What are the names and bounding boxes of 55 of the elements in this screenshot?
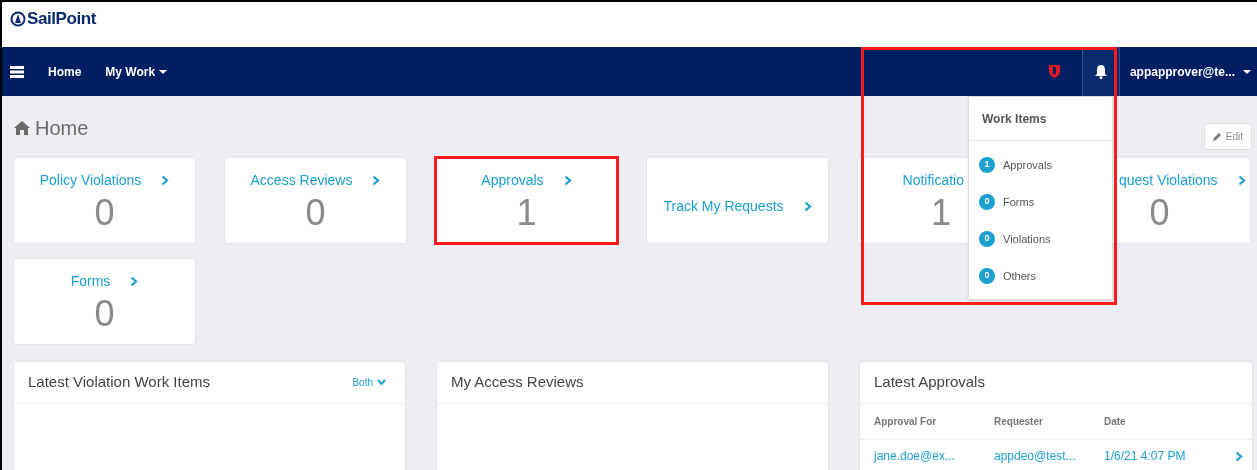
chevron-right-icon bbox=[130, 276, 139, 287]
summary-card[interactable]: Track My Requests bbox=[646, 157, 829, 244]
card-title[interactable]: Access Reviews bbox=[250, 170, 353, 191]
work-item-link[interactable]: 0 Others bbox=[969, 266, 1112, 286]
table-cell[interactable]: appdeo@test... bbox=[994, 447, 1104, 465]
user-menu[interactable]: appapprover@te... bbox=[1129, 62, 1251, 81]
card-count: 1 bbox=[930, 191, 951, 235]
chevron-down-icon bbox=[377, 379, 386, 386]
chevron-right-icon bbox=[563, 175, 572, 186]
summary-card[interactable]: Approvals 1 bbox=[435, 157, 618, 244]
card-title[interactable]: Policy Violations bbox=[39, 170, 142, 191]
card-title[interactable]: Track My Requests bbox=[663, 196, 784, 217]
logo[interactable]: SailPoint bbox=[10, 6, 96, 32]
card-title[interactable]: quest Violations bbox=[1119, 170, 1218, 191]
menu-icon[interactable] bbox=[10, 65, 24, 78]
chevron-right-icon bbox=[1235, 450, 1243, 462]
column-header: Date bbox=[1104, 415, 1127, 429]
nav-link[interactable]: Home bbox=[48, 62, 82, 81]
table-cell[interactable]: jane.doe@ex... bbox=[874, 447, 994, 465]
edit-button[interactable]: Edit bbox=[1203, 122, 1252, 150]
chevron-right-icon bbox=[372, 175, 381, 186]
card-title[interactable]: Notificatio bbox=[902, 170, 964, 191]
count-badge: 1 bbox=[979, 157, 995, 173]
page-title: Home bbox=[35, 116, 89, 141]
panel-title: Latest Violation Work Items bbox=[28, 372, 211, 393]
card-count: 0 bbox=[1149, 191, 1170, 235]
sail-icon bbox=[10, 10, 26, 27]
summary-card[interactable]: Policy Violations 0 bbox=[13, 157, 196, 244]
card-title[interactable]: Forms bbox=[70, 271, 111, 292]
count-badge: 0 bbox=[979, 268, 995, 284]
card-count: 0 bbox=[94, 191, 115, 235]
card-count: 1 bbox=[516, 191, 537, 235]
caret-icon bbox=[1243, 69, 1251, 74]
pencil-icon bbox=[1212, 131, 1222, 141]
summary-card[interactable]: Access Reviews 0 bbox=[224, 157, 407, 244]
count-badge: 0 bbox=[979, 194, 995, 210]
dropdown-title: Work Items bbox=[982, 110, 1047, 128]
shield-icon[interactable] bbox=[1048, 65, 1060, 78]
count-badge: 0 bbox=[979, 231, 995, 247]
chevron-right-icon bbox=[1237, 175, 1246, 186]
panel-title: My Access Reviews bbox=[451, 372, 584, 393]
chevron-right-icon bbox=[803, 201, 812, 212]
card-title[interactable]: Approvals bbox=[481, 170, 544, 191]
column-header: Requester bbox=[994, 415, 1044, 429]
summary-card[interactable]: Forms 0 bbox=[13, 258, 196, 345]
bell-icon bbox=[1093, 64, 1108, 79]
panel-title: Latest Approvals bbox=[874, 372, 985, 393]
home-icon bbox=[13, 120, 31, 136]
card-count: 0 bbox=[305, 191, 326, 235]
chevron-right-icon bbox=[161, 175, 170, 186]
column-header: Approval For bbox=[874, 415, 938, 429]
nav-link[interactable]: My Work bbox=[105, 62, 168, 81]
table-cell[interactable]: 1/6/21 4:07 PM bbox=[1104, 447, 1238, 465]
filter-dropdown[interactable]: Both bbox=[352, 375, 386, 390]
card-count: 0 bbox=[94, 292, 115, 336]
